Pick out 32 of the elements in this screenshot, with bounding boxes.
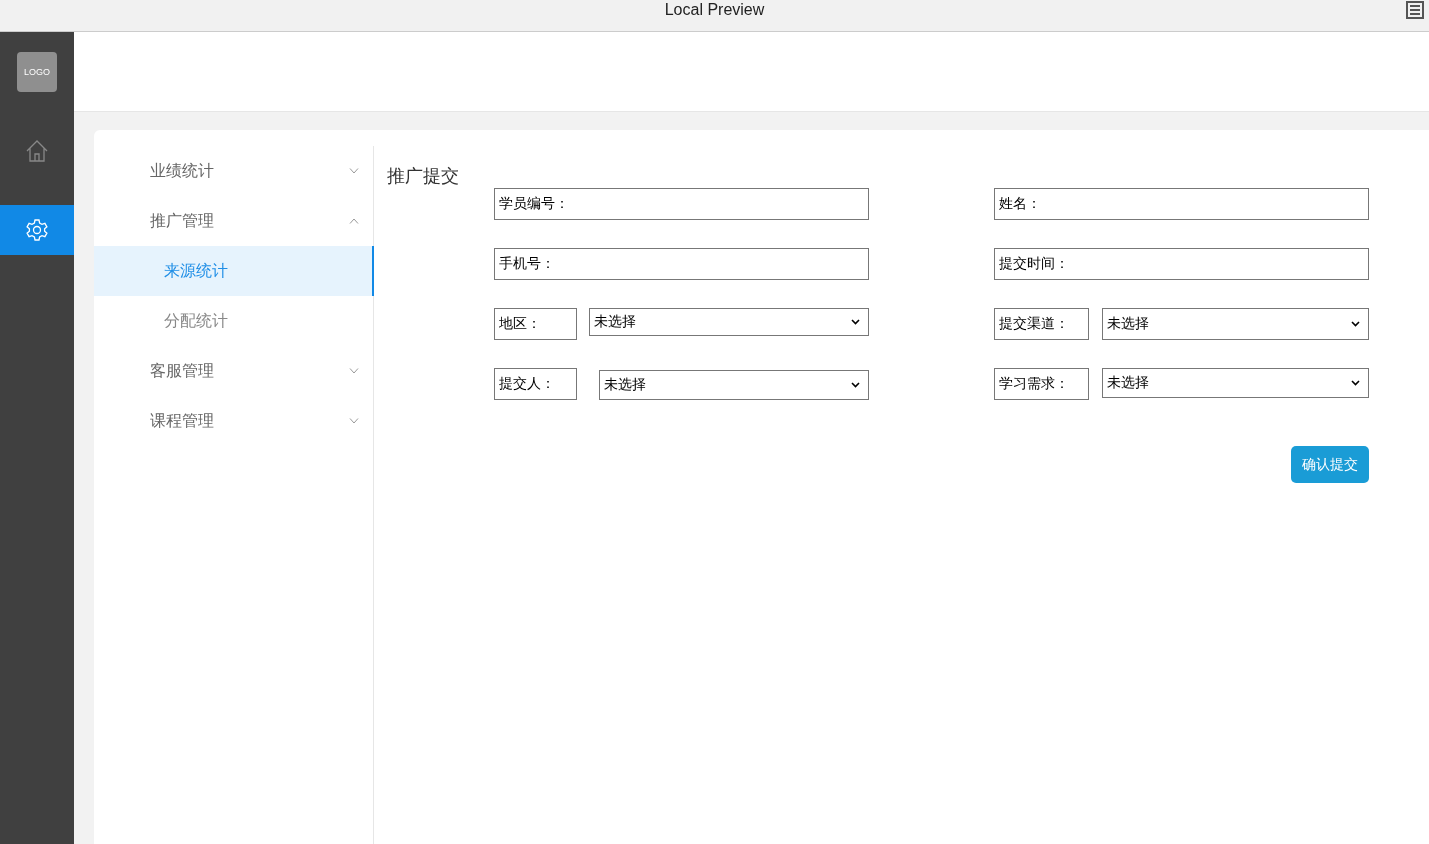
field-label: 提交渠道： [994, 308, 1089, 340]
caret-icon [851, 382, 860, 388]
caret-icon [851, 319, 860, 325]
input-field[interactable]: 学员编号： [494, 188, 869, 220]
menu-group[interactable]: 业绩统计 [94, 146, 373, 196]
home-icon [25, 139, 49, 163]
menu-group[interactable]: 推广管理 [94, 196, 373, 246]
select-dropdown[interactable]: 未选择 [1102, 368, 1369, 398]
field-label: 地区： [494, 308, 577, 340]
page-title: 推广提交 [387, 164, 460, 188]
chevron-icon [349, 368, 359, 374]
caret-icon [1351, 321, 1360, 327]
settings-icon [25, 218, 49, 242]
document-icon[interactable] [1406, 1, 1424, 19]
caret-icon [1351, 380, 1360, 386]
chevron-icon [349, 168, 359, 174]
input-field[interactable]: 姓名： [994, 188, 1369, 220]
menu-group[interactable]: 客服管理 [94, 346, 373, 396]
logo: LOGO [17, 52, 57, 92]
window-title: Local Preview [664, 0, 765, 19]
menu-group[interactable]: 课程管理 [94, 396, 373, 446]
chevron-icon [349, 218, 359, 224]
field-label: 提交人： [494, 368, 577, 400]
input-field[interactable]: 手机号： [494, 248, 869, 280]
field-label: 学习需求： [994, 368, 1089, 400]
chevron-icon [349, 418, 359, 424]
select-dropdown[interactable]: 未选择 [599, 370, 869, 400]
select-dropdown[interactable]: 未选择 [1102, 308, 1369, 340]
input-field[interactable]: 提交时间： [994, 248, 1369, 280]
select-dropdown[interactable]: 未选择 [589, 308, 869, 336]
settings-nav-item[interactable] [0, 205, 74, 255]
menu-item[interactable]: 分配统计 [94, 296, 373, 346]
